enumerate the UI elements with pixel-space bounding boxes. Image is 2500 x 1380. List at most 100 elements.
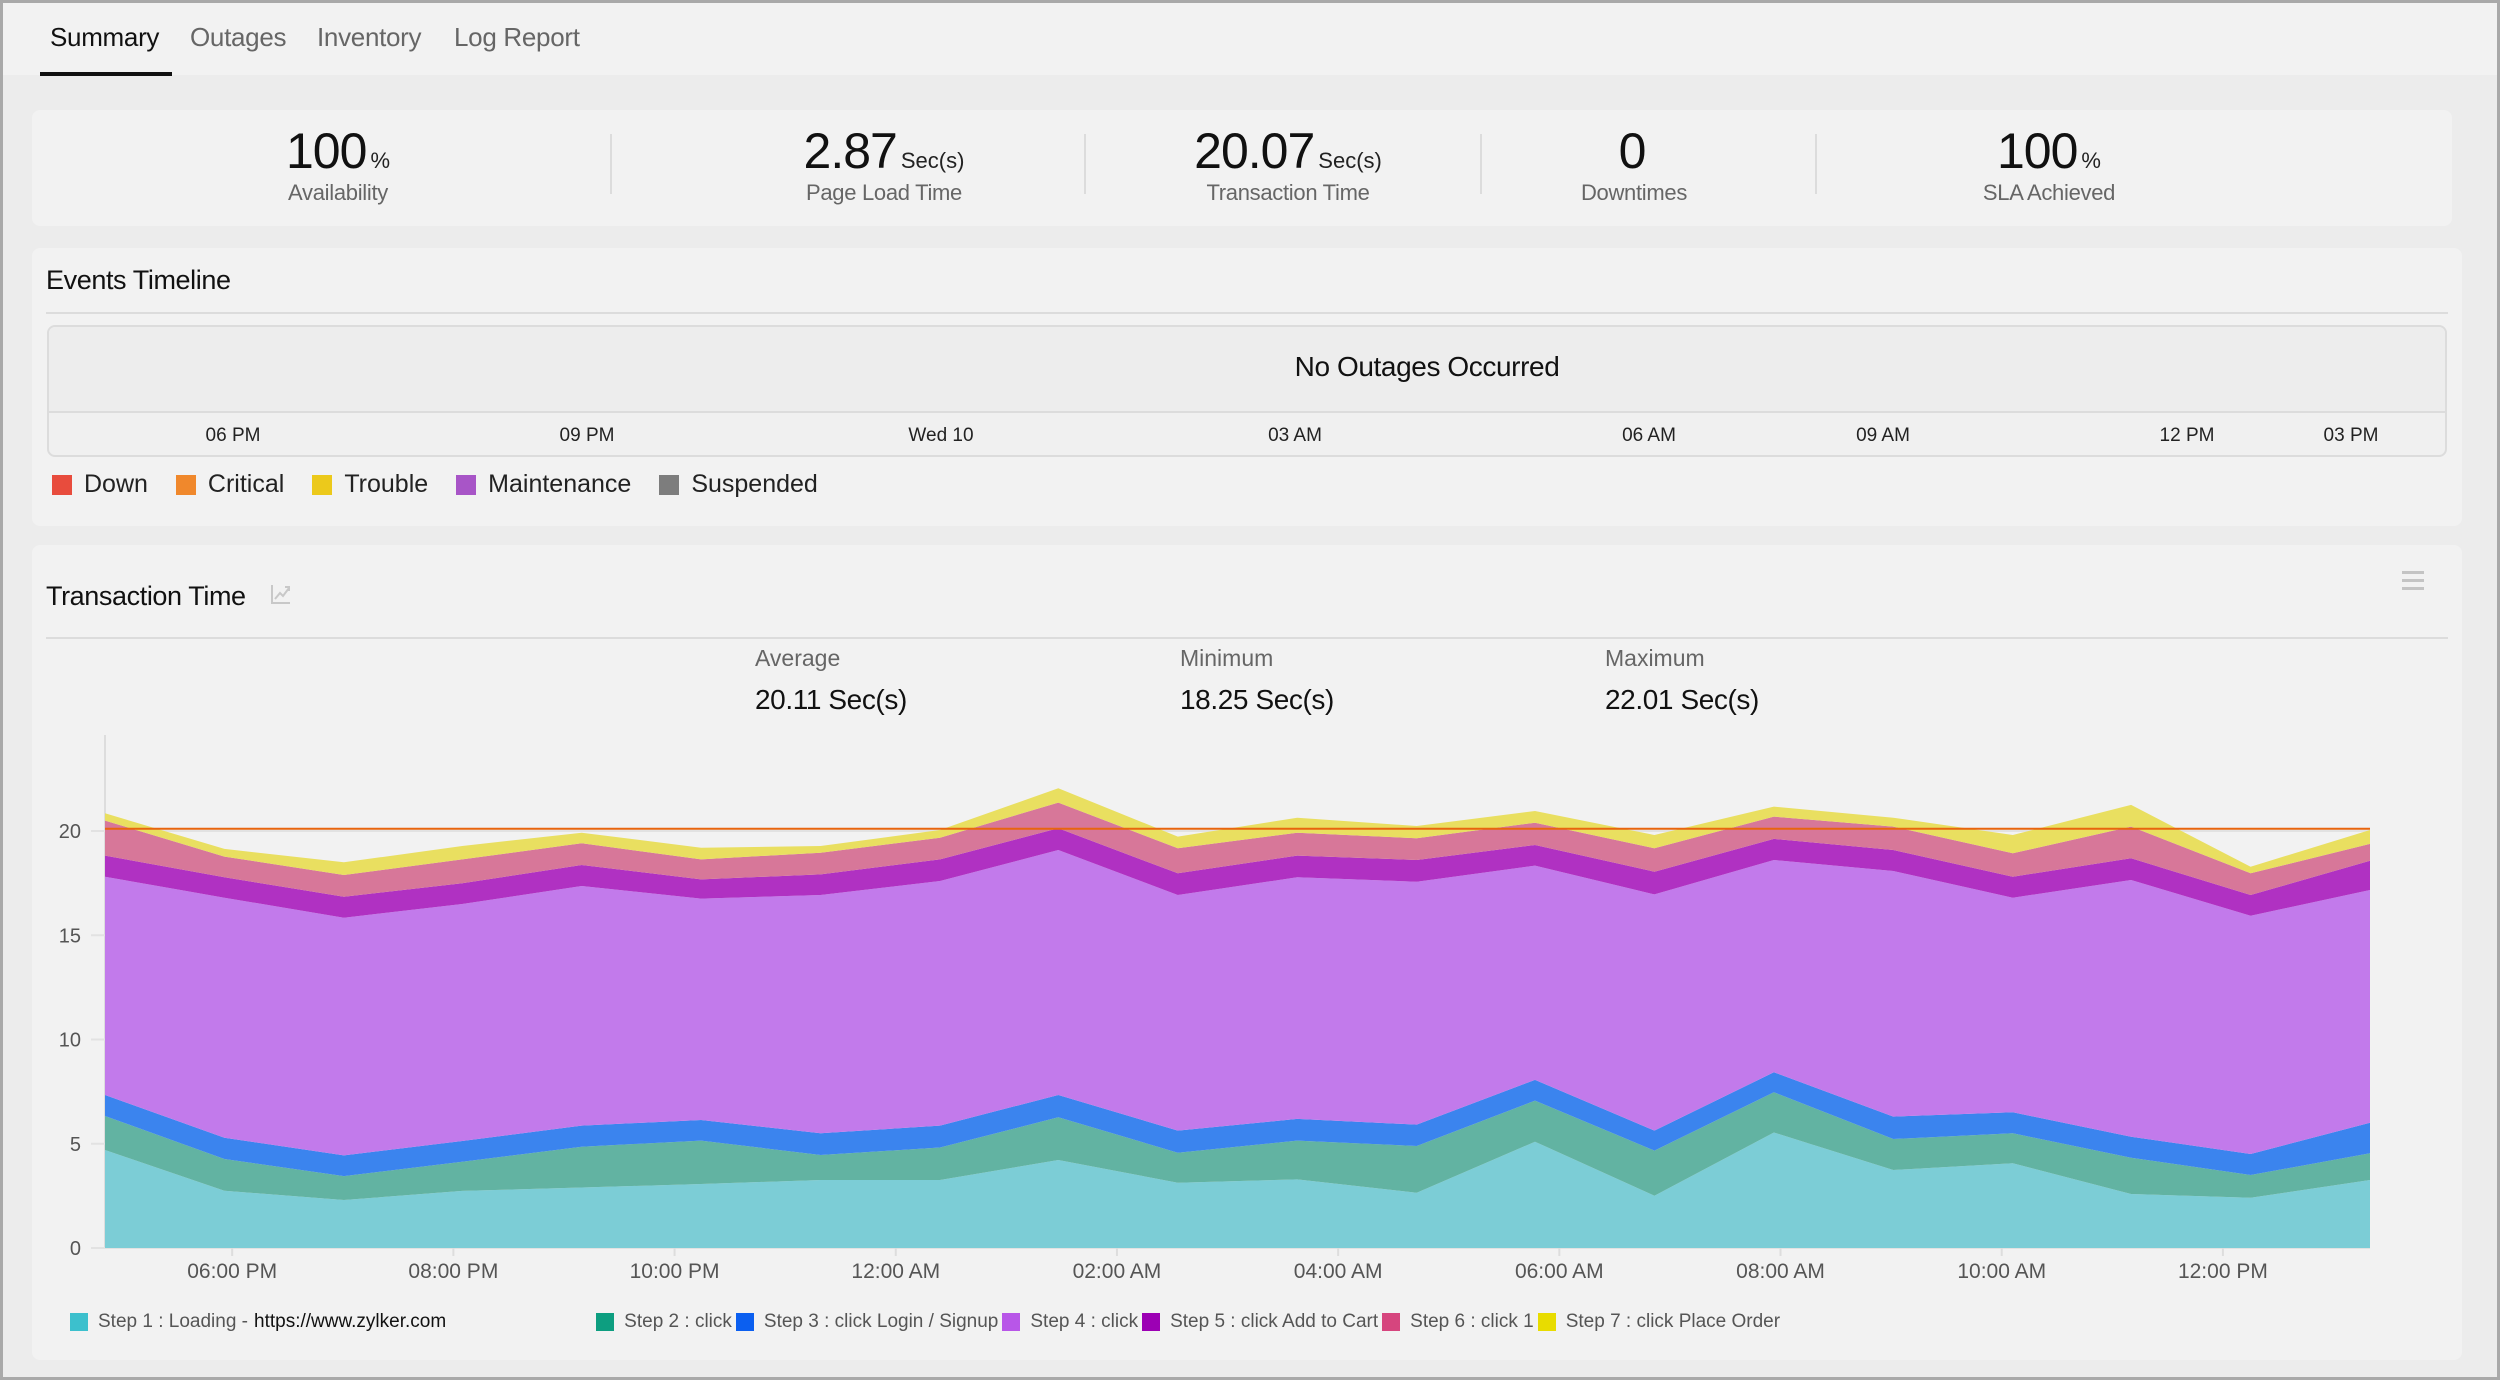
legend-item-step-7[interactable]: Step 7 : click Place Order xyxy=(1537,1311,1781,1333)
legend-item-suspended[interactable]: Suspended xyxy=(659,470,818,499)
tab-bar: Summary Outages Inventory Log Report xyxy=(0,0,2500,76)
timeline-axis-label: 03 PM xyxy=(2323,425,2379,446)
divider xyxy=(610,134,612,194)
x-tick-label: 12:00 PM xyxy=(2178,1260,2268,1283)
timeline-axis-label: 06 AM xyxy=(1622,425,1676,446)
legend-label: Maintenance xyxy=(488,470,632,498)
metric-unit: % xyxy=(2081,148,2101,173)
y-tick-label: 10 xyxy=(59,1030,81,1052)
legend-item-maintenance[interactable]: Maintenance xyxy=(456,470,631,499)
legend-swatch xyxy=(735,1313,754,1331)
legend-item-step-4[interactable]: Step 4 : click xyxy=(1002,1311,1138,1333)
legend-url: https://www.zylker.com xyxy=(254,1311,447,1332)
metric-sla-achieved: 100% SLA Achieved xyxy=(1983,122,2115,206)
legend-item-step-1[interactable]: Step 1 : Loading - https://www.zylker.com xyxy=(70,1311,446,1333)
x-tick-label: 10:00 PM xyxy=(630,1260,720,1283)
legend-label: Step 3 : click Login / Signup xyxy=(763,1311,999,1332)
metric-label: Page Load Time xyxy=(805,180,963,205)
legend-label: Step 2 : click xyxy=(624,1311,732,1332)
y-tick-label: 15 xyxy=(59,925,81,947)
legend-label: Step 6 : click 1 xyxy=(1410,1311,1534,1332)
y-tick-label: 20 xyxy=(59,821,81,843)
timeline-axis-label: 06 PM xyxy=(205,425,261,446)
metric-label: Availability xyxy=(288,180,388,205)
divider xyxy=(1480,134,1482,194)
legend-item-step-6[interactable]: Step 6 : click 1 xyxy=(1382,1311,1534,1333)
legend-swatch xyxy=(1142,1313,1161,1331)
legend-swatch xyxy=(52,474,72,495)
divider xyxy=(1815,134,1817,194)
events-legend: Down Critical Trouble Maintenance Suspen… xyxy=(52,470,846,499)
legend-swatch xyxy=(1002,1313,1021,1331)
metric-page-load-time: 2.87 Sec(s) Page Load Time xyxy=(804,122,965,206)
metric-unit: Sec(s) xyxy=(1318,148,1382,173)
legend-item-step-2[interactable]: Step 2 : click xyxy=(596,1311,732,1333)
x-tick-label: 04:00 AM xyxy=(1294,1260,1383,1283)
y-tick-label: 0 xyxy=(70,1238,81,1260)
active-tab-indicator xyxy=(40,72,172,76)
legend-label: Step 4 : click xyxy=(1030,1311,1139,1332)
metric-label: SLA Achieved xyxy=(1982,180,2116,205)
legend-item-step-3[interactable]: Step 3 : click Login / Signup xyxy=(735,1311,999,1333)
divider xyxy=(1084,134,1086,194)
events-timeline-card: Events Timeline No Outages Occurred 06 P… xyxy=(32,248,2462,526)
metric-label: Transaction Time xyxy=(1206,180,1370,205)
legend-item-trouble[interactable]: Trouble xyxy=(312,470,428,499)
x-tick-label: 08:00 PM xyxy=(408,1260,498,1283)
legend-swatch xyxy=(70,1313,88,1331)
metric-value: 2.87 xyxy=(803,123,898,179)
timeline-band: No Outages Occurred xyxy=(49,327,2445,413)
x-tick-label: 06:00 AM xyxy=(1515,1260,1604,1283)
transaction-legend: Step 1 : Loading - https://www.zylker.com… xyxy=(70,1311,1780,1333)
legend-swatch xyxy=(1382,1313,1401,1331)
metric-transaction-time: 20.07 Sec(s) Transaction Time xyxy=(1194,122,1382,206)
metric-value: 100 xyxy=(286,123,367,179)
timeline-axis-label: 03 AM xyxy=(1268,425,1322,446)
metric-availability: 100% Availability xyxy=(286,122,390,206)
no-outages-message: No Outages Occurred xyxy=(1294,351,1560,382)
legend-label: Step 5 : click Add to Cart xyxy=(1170,1311,1379,1332)
x-tick-label: 08:00 AM xyxy=(1736,1260,1825,1283)
legend-label: Step 1 : Loading - xyxy=(98,1311,248,1332)
metric-downtimes: 0 Downtimes xyxy=(1581,122,1687,206)
events-timeline-chart[interactable]: No Outages Occurred 06 PM 09 PM Wed 10 0… xyxy=(47,325,2447,457)
legend-swatch xyxy=(456,474,477,495)
transaction-time-chart[interactable]: 0 5 10 15 20 06:00 PM 08:00 PM 10:00 PM 12:00 AM… xyxy=(32,545,2462,1305)
timeline-axis-label: 09 AM xyxy=(1856,425,1910,446)
metric-value: 0 xyxy=(1618,123,1647,179)
legend-swatch xyxy=(1537,1313,1556,1331)
x-tick-label: 10:00 AM xyxy=(1957,1260,2046,1283)
tab-summary[interactable]: Summary xyxy=(50,22,159,53)
metric-label: Downtimes xyxy=(1580,180,1688,205)
x-tick-label: 06:00 PM xyxy=(187,1260,277,1283)
metric-unit: % xyxy=(370,148,390,173)
legend-swatch xyxy=(175,474,196,495)
tab-outages[interactable]: Outages xyxy=(190,22,286,53)
legend-swatch xyxy=(596,1313,615,1331)
summary-metrics-card: 100% Availability 2.87 Sec(s) Page Load T… xyxy=(32,110,2452,226)
tab-log-report[interactable]: Log Report xyxy=(454,22,580,53)
legend-item-critical[interactable]: Critical xyxy=(175,470,285,499)
metric-unit: Sec(s) xyxy=(900,148,965,173)
legend-item-step-5[interactable]: Step 5 : click Add to Cart xyxy=(1142,1311,1378,1333)
legend-label: Down xyxy=(84,470,148,498)
x-tick-label: 12:00 AM xyxy=(851,1260,940,1283)
legend-swatch xyxy=(312,474,333,495)
events-timeline-title: Events Timeline xyxy=(46,265,231,295)
timeline-axis-label: 12 PM xyxy=(2159,425,2215,446)
timeline-axis-label: 09 PM xyxy=(559,425,615,446)
metric-value: 100 xyxy=(1996,123,2078,179)
legend-label: Critical xyxy=(207,470,285,498)
metric-value: 20.07 xyxy=(1194,123,1315,179)
x-tick-label: 02:00 AM xyxy=(1073,1260,1162,1283)
legend-item-down[interactable]: Down xyxy=(52,470,148,499)
legend-swatch xyxy=(659,474,680,495)
divider xyxy=(46,312,2448,314)
transaction-time-card: Transaction Time Average 20.11 Sec(s) Mi… xyxy=(32,545,2462,1360)
y-tick-label: 5 xyxy=(70,1134,81,1156)
legend-label: Suspended xyxy=(691,470,818,498)
tab-inventory[interactable]: Inventory xyxy=(317,22,422,53)
legend-label: Trouble xyxy=(344,470,429,498)
legend-label: Step 7 : click Place Order xyxy=(1565,1311,1781,1332)
timeline-axis-label: Wed 10 xyxy=(908,425,974,446)
